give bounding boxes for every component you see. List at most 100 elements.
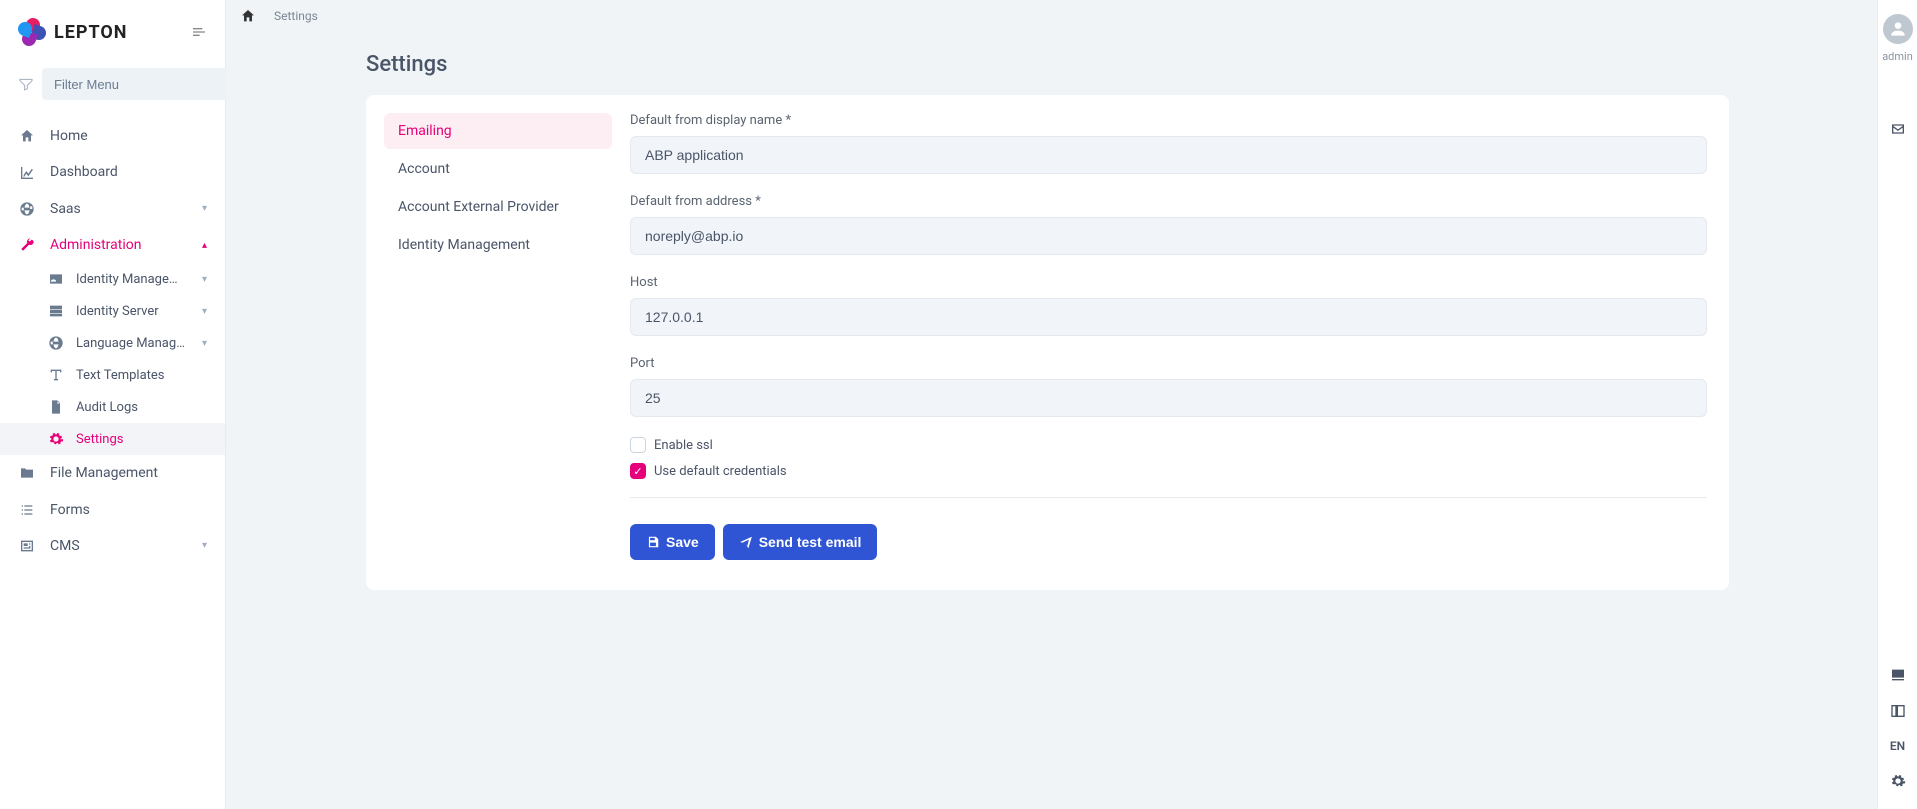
- main-content: Settings Settings Emailing Account Accou…: [226, 0, 1877, 809]
- menu-collapse-icon: [191, 24, 207, 40]
- chevron-down-icon: ▾: [202, 274, 207, 285]
- save-button[interactable]: Save: [630, 524, 715, 560]
- sidebar-subitem-language-management[interactable]: Language Managem... ▾: [0, 327, 225, 359]
- gear-icon: [48, 431, 64, 447]
- enable-ssl-checkbox[interactable]: [630, 437, 646, 453]
- sidebar-nav: Home Dashboard Saas ▾ Administration ▴ I…: [0, 112, 225, 564]
- field-label: Host: [630, 275, 1707, 290]
- use-default-credentials-checkbox[interactable]: ✓: [630, 463, 646, 479]
- user-icon: [1888, 19, 1908, 39]
- breadcrumb-home[interactable]: [240, 6, 256, 26]
- brand-logo[interactable]: LEPTON: [18, 18, 127, 46]
- chevron-down-icon: ▾: [202, 540, 207, 551]
- field-port: Port: [630, 356, 1707, 417]
- globe-icon: [18, 201, 36, 217]
- filter-menu-input[interactable]: [42, 68, 242, 100]
- button-label: Save: [666, 534, 699, 550]
- gear-icon: [1890, 773, 1906, 789]
- tab-emailing[interactable]: Emailing: [384, 113, 612, 149]
- envelope-icon: [1890, 121, 1906, 137]
- filter-row: [0, 64, 225, 112]
- checkbox-label: Use default credentials: [654, 464, 787, 479]
- field-default-from-address: Default from address *: [630, 194, 1707, 255]
- rail-bottom: EN: [1878, 657, 1917, 809]
- rail-settings-button[interactable]: [1878, 763, 1917, 799]
- sidebar-item-file-management[interactable]: File Management: [0, 455, 225, 491]
- sidebar-item-label: Identity Management: [76, 272, 188, 287]
- sidebar-item-label: Forms: [50, 502, 207, 518]
- rail-desktop-button[interactable]: [1878, 657, 1917, 693]
- use-default-credentials-checkbox-row: ✓ Use default credentials: [630, 463, 1707, 479]
- filter-icon: [18, 76, 34, 92]
- logo-mark-icon: [18, 18, 46, 46]
- sidebar: LEPTON Home Dashboard Saas ▾ Administrat…: [0, 0, 226, 809]
- list-icon: [18, 501, 36, 517]
- rail-language-button[interactable]: EN: [1878, 729, 1917, 763]
- sidebar-item-home[interactable]: Home: [0, 118, 225, 154]
- sidebar-item-label: File Management: [50, 465, 207, 481]
- chart-line-icon: [18, 164, 36, 180]
- sidebar-subitem-audit-logs[interactable]: Audit Logs: [0, 391, 225, 423]
- text-template-icon: [48, 367, 64, 383]
- field-default-from-display-name: Default from display name *: [630, 113, 1707, 174]
- rail-layout-button[interactable]: [1878, 693, 1917, 729]
- home-icon: [18, 128, 36, 144]
- sidebar-item-label: Text Templates: [76, 368, 207, 383]
- layout-columns-icon: [1890, 703, 1906, 719]
- sidebar-item-label: Home: [50, 128, 207, 144]
- right-rail: admin EN: [1877, 0, 1917, 809]
- send-test-email-button[interactable]: Send test email: [723, 524, 878, 560]
- save-icon: [646, 535, 660, 549]
- sidebar-item-dashboard[interactable]: Dashboard: [0, 154, 225, 190]
- administration-submenu: Identity Management ▾ Identity Server ▾ …: [0, 263, 225, 455]
- tab-identity-management[interactable]: Identity Management: [384, 227, 612, 263]
- paper-plane-icon: [739, 535, 753, 549]
- settings-tabs: Emailing Account Account External Provid…: [384, 113, 612, 560]
- host-input[interactable]: [630, 298, 1707, 336]
- sidebar-subitem-identity-management[interactable]: Identity Management ▾: [0, 263, 225, 295]
- sidebar-item-label: Saas: [50, 201, 188, 217]
- wrench-icon: [18, 237, 36, 253]
- desktop-icon: [1890, 667, 1906, 683]
- field-label: Default from address *: [630, 194, 1707, 209]
- home-icon: [240, 8, 256, 24]
- tab-account[interactable]: Account: [384, 151, 612, 187]
- sidebar-item-cms[interactable]: CMS ▾: [0, 528, 225, 564]
- sidebar-item-label: Administration: [50, 237, 188, 253]
- sidebar-item-administration[interactable]: Administration ▴: [0, 227, 225, 263]
- chevron-down-icon: ▾: [202, 338, 207, 349]
- sidebar-subitem-settings[interactable]: Settings: [0, 423, 225, 455]
- folder-icon: [18, 465, 36, 481]
- field-label: Port: [630, 356, 1707, 371]
- tab-account-external-provider[interactable]: Account External Provider: [384, 189, 612, 225]
- sidebar-item-label: Settings: [76, 432, 207, 447]
- button-label: Send test email: [759, 534, 862, 550]
- sidebar-item-label: Audit Logs: [76, 400, 207, 415]
- field-host: Host: [630, 275, 1707, 336]
- chevron-down-icon: ▾: [202, 306, 207, 317]
- sidebar-subitem-text-templates[interactable]: Text Templates: [0, 359, 225, 391]
- enable-ssl-checkbox-row: Enable ssl: [630, 437, 1707, 453]
- rail-mail-button[interactable]: [1878, 111, 1917, 147]
- globe-icon: [48, 335, 64, 351]
- sidebar-item-saas[interactable]: Saas ▾: [0, 191, 225, 227]
- port-input[interactable]: [630, 379, 1707, 417]
- user-avatar[interactable]: [1883, 14, 1913, 44]
- sidebar-item-label: CMS: [50, 538, 188, 554]
- id-card-icon: [48, 271, 64, 287]
- sidebar-header: LEPTON: [0, 0, 225, 64]
- checkbox-label: Enable ssl: [654, 438, 713, 453]
- form-divider: [630, 497, 1707, 498]
- page-title: Settings: [366, 52, 1729, 77]
- user-label: admin: [1882, 50, 1913, 63]
- sidebar-item-forms[interactable]: Forms: [0, 491, 225, 527]
- field-label: Default from display name *: [630, 113, 1707, 128]
- default-from-display-name-input[interactable]: [630, 136, 1707, 174]
- sidebar-item-label: Identity Server: [76, 304, 188, 319]
- sidebar-subitem-identity-server[interactable]: Identity Server ▾: [0, 295, 225, 327]
- sidebar-toggle-button[interactable]: [191, 24, 207, 40]
- form-actions: Save Send test email: [630, 524, 1707, 560]
- sidebar-item-label: Language Managem...: [76, 336, 188, 351]
- default-from-address-input[interactable]: [630, 217, 1707, 255]
- brand-name: LEPTON: [54, 22, 127, 43]
